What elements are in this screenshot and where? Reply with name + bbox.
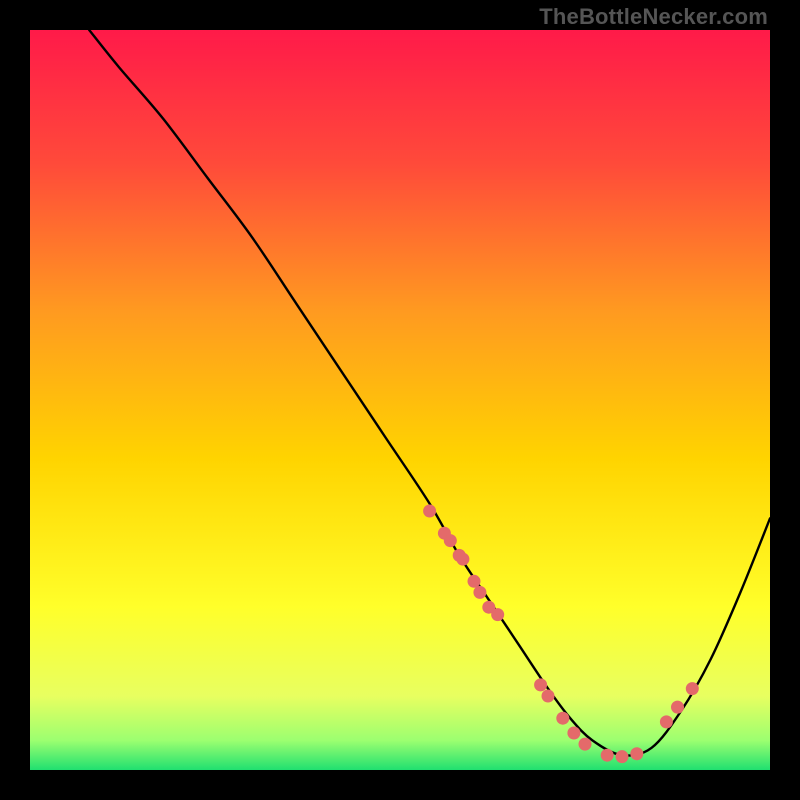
curve-marker	[671, 701, 684, 714]
curve-marker	[491, 608, 504, 621]
curve-marker	[601, 749, 614, 762]
chart-frame: TheBottleNecker.com	[0, 0, 800, 800]
curve-marker	[616, 750, 629, 763]
plot-svg	[30, 30, 770, 770]
curve-marker	[473, 586, 486, 599]
curve-marker	[468, 575, 481, 588]
curve-marker	[423, 505, 436, 518]
curve-marker	[567, 727, 580, 740]
curve-marker	[542, 690, 555, 703]
curve-marker	[556, 712, 569, 725]
curve-marker	[456, 553, 469, 566]
watermark-text: TheBottleNecker.com	[539, 4, 768, 30]
plot-area	[30, 30, 770, 770]
curve-marker	[686, 682, 699, 695]
curve-marker	[534, 678, 547, 691]
curve-marker	[444, 534, 457, 547]
gradient-background	[30, 30, 770, 770]
curve-marker	[660, 715, 673, 728]
curve-marker	[630, 747, 643, 760]
curve-marker	[579, 738, 592, 751]
